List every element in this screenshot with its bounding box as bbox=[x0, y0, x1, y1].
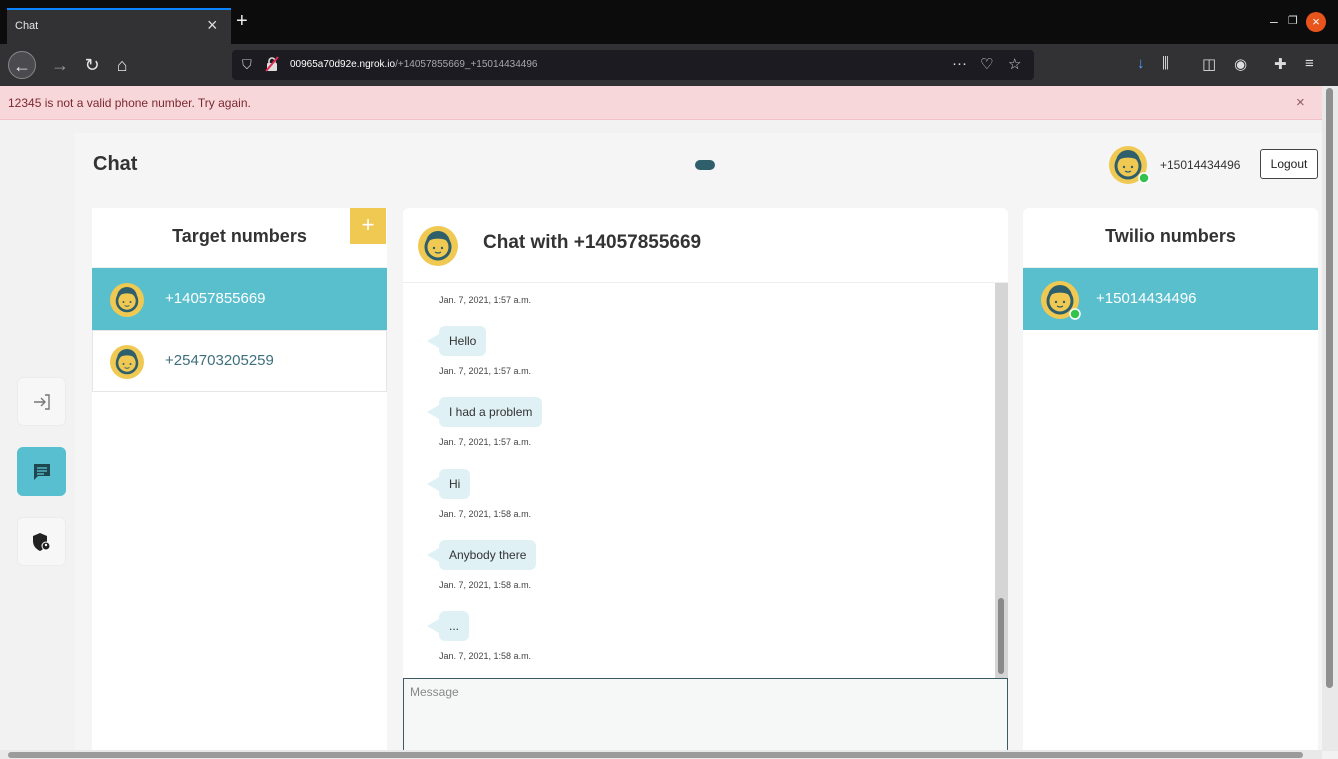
message-bubble: ... bbox=[426, 611, 470, 641]
message-bubble: Hello bbox=[426, 326, 487, 356]
extensions-icon[interactable]: ✚ bbox=[1274, 55, 1287, 73]
admin-button[interactable] bbox=[17, 517, 66, 566]
tab-title: Chat bbox=[15, 20, 39, 32]
chat-icon bbox=[34, 464, 50, 480]
twilio-avatar bbox=[1041, 281, 1081, 320]
window-close-icon[interactable]: × bbox=[1306, 12, 1326, 32]
horizontal-scrollbar[interactable] bbox=[0, 750, 1322, 759]
error-alert: 12345 is not a valid phone number. Try a… bbox=[0, 86, 1322, 120]
message-timestamp: Jan. 7, 2021, 1:57 a.m. bbox=[439, 437, 532, 447]
bookmark-star-icon[interactable]: ☆ bbox=[1008, 55, 1021, 73]
target-numbers-title: Target numbers bbox=[92, 208, 387, 268]
contact-avatar bbox=[110, 283, 144, 317]
message-list[interactable]: Jan. 7, 2021, 1:57 a.m. Hello Jan. 7, 20… bbox=[403, 283, 1008, 678]
url-host: 00965a70d92e.ngrok.io bbox=[290, 59, 396, 70]
alert-message: 12345 is not a valid phone number. Try a… bbox=[8, 96, 251, 110]
pocket-icon[interactable]: ♡ bbox=[980, 55, 993, 73]
message-bubble: I had a problem bbox=[426, 397, 543, 427]
target-number-item[interactable]: +14057855669 bbox=[92, 268, 387, 330]
target-number-text: +14057855669 bbox=[165, 290, 266, 307]
url-bar[interactable]: ⛉ 00965a70d92e.ngrok.io/+14057855669_+15… bbox=[232, 50, 1034, 80]
message-bubble: Anybody there bbox=[426, 540, 537, 570]
login-button[interactable] bbox=[17, 377, 66, 426]
user-avatar bbox=[1109, 146, 1150, 184]
add-target-button[interactable]: + bbox=[350, 208, 386, 244]
status-pill bbox=[695, 160, 715, 170]
download-icon[interactable]: ↓ bbox=[1137, 55, 1145, 72]
tracking-shield-icon[interactable]: ⛉ bbox=[242, 57, 252, 73]
browser-tab-bar: Chat × + – ❐ × bbox=[0, 0, 1338, 44]
chat-header: Chat with +14057855669 bbox=[403, 208, 1008, 283]
message-timestamp: Jan. 7, 2021, 1:58 a.m. bbox=[439, 651, 532, 661]
forward-icon[interactable]: → bbox=[46, 51, 74, 79]
chat-title: Chat with +14057855669 bbox=[483, 232, 702, 253]
message-timestamp: Jan. 7, 2021, 1:58 a.m. bbox=[439, 580, 532, 590]
user-number: +15014434496 bbox=[1160, 158, 1241, 172]
message-timestamp: Jan. 7, 2021, 1:57 a.m. bbox=[439, 366, 532, 376]
twilio-number-text: +15014434496 bbox=[1096, 290, 1197, 307]
target-number-text: +254703205259 bbox=[165, 352, 274, 369]
twilio-numbers-title: Twilio numbers bbox=[1023, 208, 1318, 268]
twilio-numbers-panel: Twilio numbers +15014434496 bbox=[1023, 208, 1318, 751]
browser-nav-bar: ← → ↻ ⌂ ⛉ 00965a70d92e.ngrok.io/+1405785… bbox=[0, 44, 1338, 86]
logout-button[interactable]: Logout bbox=[1260, 149, 1318, 179]
home-icon[interactable]: ⌂ bbox=[108, 51, 136, 79]
contact-avatar bbox=[110, 345, 144, 379]
account-icon[interactable]: ◉ bbox=[1234, 55, 1247, 73]
message-bubble: Hi bbox=[426, 469, 471, 499]
page-scrollbar[interactable] bbox=[1322, 86, 1338, 751]
page-title: Chat bbox=[93, 153, 138, 175]
url-path: /+14057855669_+15014434496 bbox=[395, 59, 538, 70]
message-input[interactable] bbox=[403, 678, 1008, 751]
browser-tab[interactable]: Chat × bbox=[7, 8, 231, 44]
reload-icon[interactable]: ↻ bbox=[78, 51, 106, 79]
alert-close-icon[interactable]: × bbox=[1296, 94, 1305, 111]
chat-scrollbar-thumb[interactable] bbox=[998, 598, 1004, 674]
tab-close-icon[interactable]: × bbox=[207, 15, 218, 35]
twilio-number-item[interactable]: +15014434496 bbox=[1023, 268, 1318, 330]
chat-nav-button[interactable] bbox=[17, 447, 66, 496]
library-icon[interactable]: ⫼ bbox=[1162, 55, 1169, 72]
sidebar-icon[interactable]: ◫ bbox=[1202, 55, 1216, 73]
chat-scrollbar[interactable] bbox=[995, 283, 1008, 678]
insecure-lock-icon[interactable] bbox=[264, 56, 280, 72]
login-icon bbox=[34, 394, 50, 410]
horizontal-scrollbar-thumb[interactable] bbox=[8, 752, 1303, 758]
minimize-icon[interactable]: – bbox=[1270, 13, 1278, 29]
back-icon[interactable]: ← bbox=[8, 51, 36, 79]
chat-app: Chat +15014434496 Logout Target numbers … bbox=[75, 133, 1322, 751]
page-actions-icon[interactable]: ··· bbox=[952, 55, 967, 72]
menu-icon[interactable]: ≡ bbox=[1305, 55, 1314, 72]
page-scrollbar-thumb[interactable] bbox=[1326, 88, 1333, 688]
target-number-item[interactable]: +254703205259 bbox=[92, 330, 387, 392]
restore-icon[interactable]: ❐ bbox=[1288, 14, 1298, 27]
url-text: 00965a70d92e.ngrok.io/+14057855669_+1501… bbox=[290, 59, 537, 70]
message-timestamp: Jan. 7, 2021, 1:57 a.m. bbox=[439, 295, 532, 305]
chat-panel: Chat with +14057855669 Jan. 7, 2021, 1:5… bbox=[403, 208, 1008, 751]
new-tab-icon[interactable]: + bbox=[236, 11, 248, 31]
chat-contact-avatar bbox=[418, 226, 458, 266]
message-timestamp: Jan. 7, 2021, 1:58 a.m. bbox=[439, 509, 532, 519]
shield-user-icon bbox=[33, 533, 51, 551]
target-numbers-panel: Target numbers + +14057855669 +254703205… bbox=[92, 208, 387, 751]
